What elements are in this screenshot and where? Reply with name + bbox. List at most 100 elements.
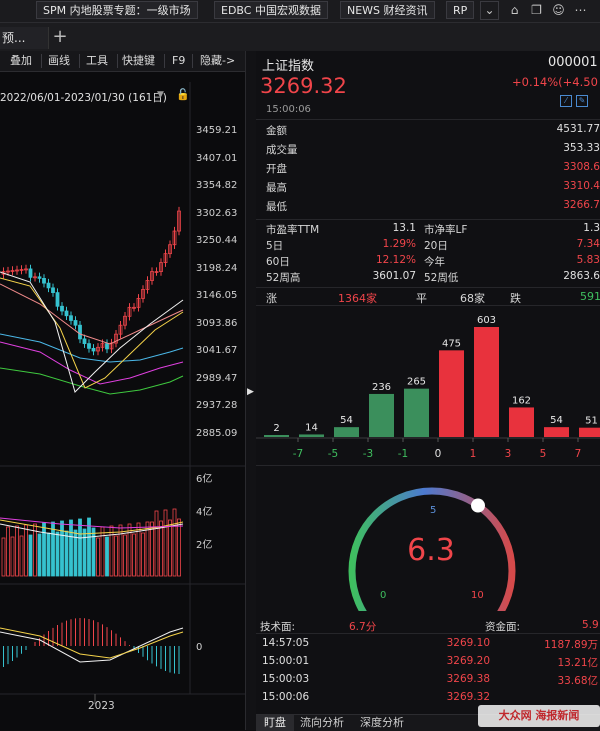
tools-menu[interactable]: 工具	[86, 53, 108, 69]
valuation-label: 52周低	[424, 272, 459, 284]
kline-chart-panel[interactable]: 2022/06/01-2023/01/30 (161日) ▼ 🔓 3459.21…	[0, 72, 245, 730]
volume-bar	[132, 533, 136, 577]
candle-body	[69, 315, 73, 321]
edbc-macro-button[interactable]: EDBC 中国宏观数据	[214, 1, 328, 19]
distribution-bar-label: 14	[305, 422, 318, 433]
price-tick-label: 3093.86	[196, 317, 238, 329]
stat-label: 开盘	[266, 163, 287, 175]
settings-icon[interactable]: ✎	[576, 95, 588, 107]
down-count: 591	[580, 290, 600, 303]
distribution-bar	[474, 327, 499, 437]
volume-bar	[28, 534, 33, 577]
tab-bar: 预... +	[0, 23, 600, 52]
valuation-label: 市净率LF	[424, 224, 468, 236]
volume-bar	[24, 524, 28, 577]
distribution-axis-label: -3	[363, 448, 373, 460]
down-label: 跌	[510, 292, 521, 305]
rp-button[interactable]: RP	[446, 1, 475, 19]
f9-button[interactable]: F9	[172, 53, 185, 69]
draw-line-tool[interactable]: 画线	[48, 53, 70, 69]
volume-bar	[87, 517, 91, 577]
volume-bar	[19, 535, 24, 577]
valuation-value: 7.34	[576, 238, 600, 250]
valuation-value: 1.29%	[382, 238, 416, 250]
tab-preview[interactable]: 预...	[0, 27, 49, 49]
candle-body	[64, 310, 69, 317]
menu-icon[interactable]: ⋯	[572, 2, 589, 19]
tab-flow-analysis[interactable]: 流向分析	[300, 715, 344, 731]
tab-depth-analysis[interactable]: 深度分析	[360, 715, 404, 731]
volume-bar	[123, 534, 127, 577]
volume-bar	[163, 509, 168, 577]
price-tick-label: 3198.24	[196, 262, 238, 274]
candle-body	[73, 320, 78, 326]
candle-body	[91, 347, 96, 352]
divider	[41, 54, 42, 68]
window-icon[interactable]: ❐	[528, 2, 545, 19]
distribution-bar	[334, 427, 359, 437]
divider	[164, 54, 165, 68]
tick-price: 3269.38	[446, 673, 490, 685]
chart-toolbar: 叠加 画线 工具 快捷键 F9 隐藏->	[0, 51, 245, 72]
distribution-bar	[369, 393, 394, 437]
candle-body	[78, 324, 82, 340]
macd-zero-tick: 0	[196, 642, 203, 653]
tick-price: 3269.32	[446, 691, 490, 703]
ma-line	[0, 341, 184, 385]
ma-line	[0, 277, 184, 389]
volume-bar	[91, 527, 96, 577]
distribution-bar-label: 51	[585, 416, 598, 427]
spm-topic-button[interactable]: SPM 内地股票专题：一级市场	[36, 1, 198, 19]
volume-tick-label: 4亿	[196, 507, 213, 518]
expand-arrow-icon[interactable]: ▶	[247, 387, 254, 397]
valuation-label: 52周高	[266, 272, 301, 284]
flat-count: 68家	[460, 292, 485, 305]
distribution-axis-label: 3	[505, 448, 512, 460]
volume-bar	[33, 523, 37, 577]
price-tick-label: 3407.01	[196, 152, 238, 164]
distribution-axis-label: -1	[398, 448, 408, 460]
distribution-bar-label: 54	[550, 415, 563, 426]
divider	[256, 633, 600, 634]
valuation-value: 2863.6	[563, 270, 600, 282]
shortcut-menu[interactable]: 快捷键	[122, 53, 155, 69]
index-code: 000001	[548, 55, 598, 70]
volume-bar	[118, 524, 123, 577]
volume-tick-label: 2亿	[196, 540, 213, 551]
chevron-down-icon[interactable]: ⌄	[480, 1, 499, 20]
quote-time: 15:00:06	[266, 104, 311, 115]
chat-icon[interactable]: ☺	[550, 2, 567, 19]
price-tick-label: 3459.21	[196, 125, 238, 136]
tick-time: 14:57:05	[262, 637, 310, 649]
tick-amount: 13.21亿	[557, 657, 598, 669]
volume-bar	[127, 523, 132, 577]
overlay-tool[interactable]: 叠加	[10, 53, 32, 69]
tick-time: 15:00:01	[262, 655, 310, 667]
valuation-value: 13.1	[392, 222, 416, 234]
ma-line	[0, 283, 184, 345]
stat-value: 4531.77	[556, 123, 600, 135]
draw-tool-icon[interactable]: ⁄	[560, 95, 572, 107]
volume-bar	[150, 521, 154, 577]
top-toolbar: SPM 内地股票专题：一级市场 EDBC 中国宏观数据 NEWS 财经资讯 RP…	[0, 0, 600, 23]
distribution-bar-label: 475	[442, 338, 461, 349]
volume-bar	[141, 532, 145, 577]
news-button[interactable]: NEWS 财经资讯	[340, 1, 435, 19]
divider	[256, 219, 600, 220]
tick-price: 3269.20	[446, 655, 490, 667]
tick-amount: 33.68亿	[557, 675, 598, 687]
ma-line	[0, 271, 184, 393]
price-tick-label: 2885.09	[196, 427, 238, 439]
gauge-knob	[471, 498, 486, 513]
volume-bar	[15, 525, 19, 577]
divider	[79, 54, 80, 68]
watermark-logo: 大众网 海报新闻	[478, 705, 600, 727]
hide-panel-button[interactable]: 隐藏->	[200, 53, 235, 69]
valuation-value: 12.12%	[375, 254, 416, 266]
home-icon[interactable]: ⌂	[506, 2, 523, 19]
distribution-bar-label: 2	[273, 423, 279, 434]
add-tab-button[interactable]: +	[50, 26, 70, 48]
gauge-max-label: 10	[471, 590, 484, 601]
tab-watch[interactable]: 盯盘	[256, 715, 294, 731]
volume-bar	[6, 526, 10, 577]
